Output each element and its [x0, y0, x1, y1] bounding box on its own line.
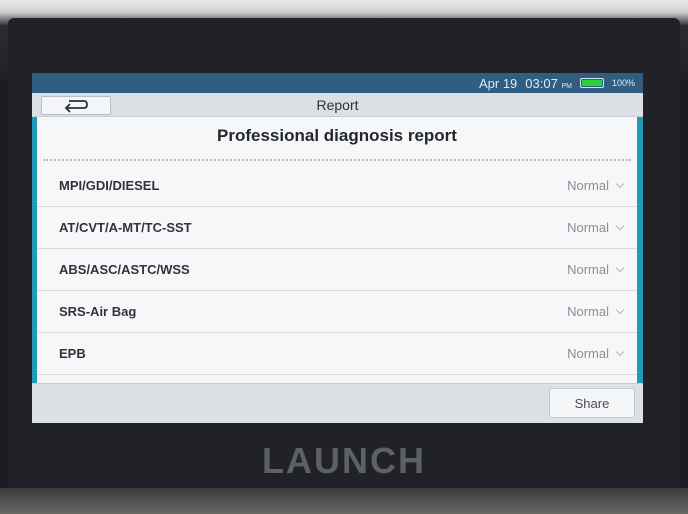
report-heading: Professional diagnosis report — [217, 126, 457, 145]
status-dropdown[interactable]: Normal — [567, 178, 625, 193]
status-dropdown[interactable]: Normal — [567, 346, 625, 361]
chevron-down-icon — [615, 305, 625, 315]
row-label: EPB — [59, 346, 86, 361]
dotted-divider — [43, 149, 631, 161]
battery-fill — [581, 80, 602, 86]
status-time: 03:07 PM — [525, 76, 572, 91]
status-dropdown[interactable]: Normal — [567, 304, 625, 319]
page-title: Report — [316, 97, 359, 113]
status-bar: Apr 19 03:07 PM 100% — [32, 73, 643, 93]
status-value: Normal — [567, 304, 609, 319]
report-row[interactable]: EPB Normal — [37, 333, 637, 375]
row-label: AT/CVT/A-MT/TC-SST — [59, 220, 192, 235]
row-label: ABS/ASC/ASTC/WSS — [59, 262, 190, 277]
device-brand-logo: LAUNCH — [262, 440, 426, 481]
report-row[interactable]: ABS/ASC/ASTC/WSS Normal — [37, 249, 637, 291]
status-value: Normal — [567, 262, 609, 277]
report-row[interactable]: SRS-Air Bag Normal — [37, 291, 637, 333]
bottom-bar: Share — [32, 383, 643, 423]
chevron-down-icon — [615, 263, 625, 273]
report-card: Professional diagnosis report MPI/GDI/DI… — [32, 117, 643, 383]
row-label: SRS-Air Bag — [59, 304, 137, 319]
chevron-down-icon — [615, 179, 625, 189]
title-bar: Report — [32, 93, 643, 117]
battery-percent: 100% — [611, 78, 635, 88]
status-value: Normal — [567, 220, 609, 235]
status-value: Normal — [567, 178, 609, 193]
status-value: Normal — [567, 346, 609, 361]
status-date: Apr 19 — [478, 75, 518, 91]
battery-icon — [579, 78, 604, 88]
status-time-value: 03:07 — [525, 75, 558, 91]
device-bottom-frame — [0, 488, 688, 514]
chevron-down-icon — [615, 347, 625, 357]
report-rows: MPI/GDI/DIESEL Normal AT/CVT/A-MT/TC-SST… — [37, 161, 637, 375]
chevron-down-icon — [615, 221, 625, 231]
row-label: MPI/GDI/DIESEL — [59, 178, 160, 193]
report-row[interactable]: AT/CVT/A-MT/TC-SST Normal — [37, 207, 637, 249]
share-button[interactable]: Share — [549, 388, 635, 418]
report-body[interactable]: Professional diagnosis report MPI/GDI/DI… — [37, 117, 637, 383]
status-dropdown[interactable]: Normal — [567, 262, 625, 277]
status-dropdown[interactable]: Normal — [567, 220, 625, 235]
status-ampm: PM — [561, 82, 572, 90]
report-row[interactable]: MPI/GDI/DIESEL Normal — [37, 165, 637, 207]
screen: Apr 19 03:07 PM 100% Report Professional… — [32, 73, 643, 423]
